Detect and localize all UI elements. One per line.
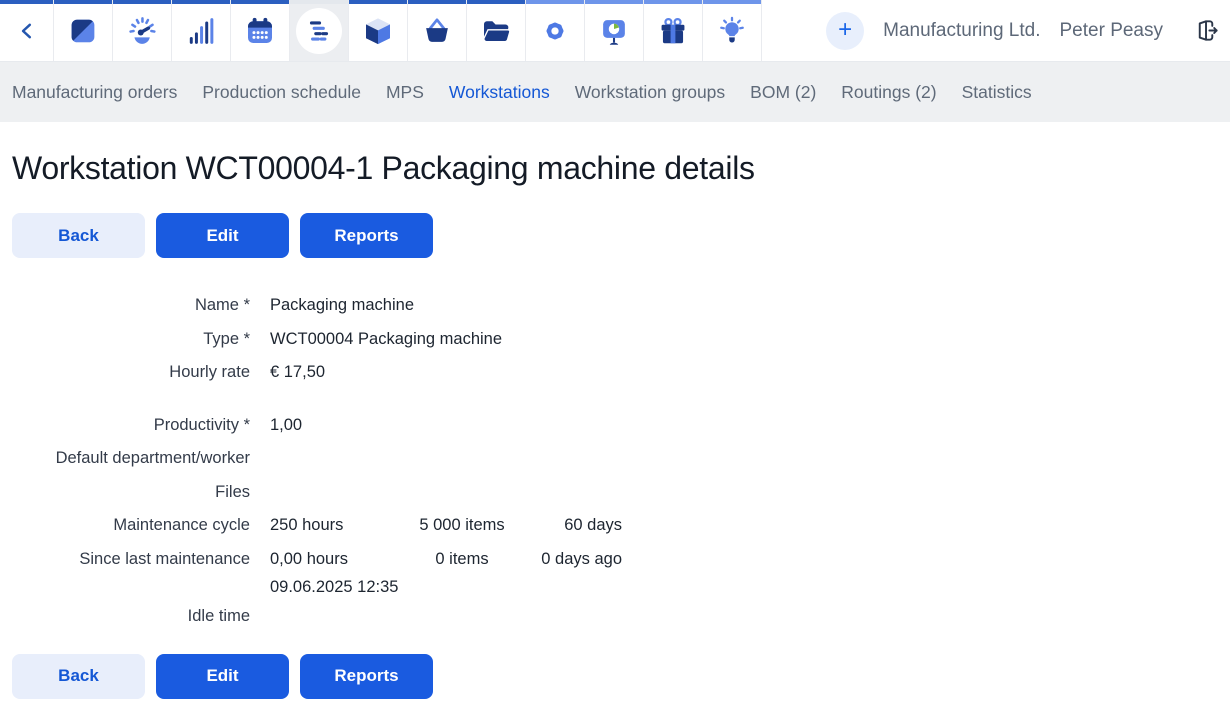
gift-icon [657,15,689,47]
field-label: Since last maintenance [12,547,250,571]
chevron-left-icon [18,22,36,40]
gear-icon [539,15,571,47]
field-label: Maintenance cycle [12,513,250,537]
since-days: 0 days ago [522,547,622,571]
reports-tile[interactable] [585,0,644,61]
procurement-tile[interactable] [408,0,467,61]
field-type: Type * WCT00004 Packaging machine [12,322,1218,356]
field-label: Name * [12,293,250,317]
field-files: Files [12,475,1218,509]
field-value: € 17,50 [270,360,325,384]
maintenance-days: 60 days [522,513,622,537]
module-tabs: Manufacturing orders Production schedule… [0,62,1230,122]
active-tile-circle [296,8,342,54]
app-icon-bar [0,0,762,61]
field-value: Packaging machine [270,293,414,317]
maintenance-hours: 250 hours [270,513,402,537]
logout-button[interactable] [1193,17,1220,44]
back-action-button[interactable]: Back [12,654,145,699]
logout-icon [1193,17,1220,44]
back-action-button[interactable]: Back [12,213,145,258]
tab-manufacturing-orders[interactable]: Manufacturing orders [12,82,177,103]
dashboard-tile[interactable] [113,0,172,61]
field-hourly-rate: Hourly rate € 17,50 [12,355,1218,389]
whats-new-tile[interactable] [644,0,703,61]
field-label: Type * [12,327,250,351]
workstation-details-form: Name * Packaging machine Type * WCT00004… [12,288,1218,633]
field-value: 1,00 [270,413,302,437]
field-label: Idle time [12,604,250,628]
field-value: WCT00004 Packaging machine [270,327,502,351]
page-title: Workstation WCT00004-1 Packaging machine… [12,150,1218,187]
reports-button[interactable]: Reports [300,654,433,699]
since-last-maintenance-values: 0,00 hours 0 items 0 days ago [270,547,622,571]
production-planning-tile[interactable] [290,0,349,61]
tab-workstations[interactable]: Workstations [449,82,550,103]
back-button[interactable] [0,0,54,61]
edit-button[interactable]: Edit [156,213,289,258]
app-header: + Manufacturing Ltd. Peter Peasy [0,0,1230,62]
action-buttons-top: Back Edit Reports [12,213,1218,258]
presentation-pie-icon [598,15,630,47]
folder-icon [480,15,512,47]
calendar-icon [244,15,276,47]
field-label: Productivity * [12,413,250,437]
maintenance-cycle-values: 250 hours 5 000 items 60 days [270,513,622,537]
field-idle-time: Idle time [12,599,1218,633]
tab-mps[interactable]: MPS [386,82,424,103]
tab-bom[interactable]: BOM (2) [750,82,816,103]
lightbulb-icon [716,15,748,47]
gantt-schedule-icon [304,16,334,46]
tab-routings[interactable]: Routings (2) [841,82,936,103]
settings-tile[interactable] [526,0,585,61]
basket-icon [421,15,453,47]
company-name[interactable]: Manufacturing Ltd. [883,20,1040,42]
add-button[interactable]: + [826,12,864,50]
maintenance-items: 5 000 items [402,513,522,537]
since-hours: 0,00 hours [270,547,402,571]
statistics-tile[interactable] [172,0,231,61]
tab-workstation-groups[interactable]: Workstation groups [575,82,725,103]
field-productivity: Productivity * 1,00 [12,408,1218,442]
edit-button[interactable]: Edit [156,654,289,699]
field-label: Hourly rate [12,360,250,384]
cube-icon [362,15,394,47]
main-content: Workstation WCT00004-1 Packaging machine… [0,150,1230,699]
field-since-last-maintenance: Since last maintenance 0,00 hours 0 item… [12,542,1218,576]
help-tile[interactable] [703,0,762,61]
calendar-tile[interactable] [231,0,290,61]
documents-tile[interactable] [467,0,526,61]
field-name: Name * Packaging machine [12,288,1218,322]
field-maintenance-cycle: Maintenance cycle 250 hours 5 000 items … [12,508,1218,542]
stock-tile[interactable] [349,0,408,61]
field-label: Default department/worker [12,446,250,470]
app-logo-icon [67,15,99,47]
since-items: 0 items [402,547,522,571]
last-maintenance-date: 09.06.2025 12:35 [270,575,1218,599]
field-default-department: Default department/worker [12,441,1218,475]
app-logo-tile[interactable] [54,0,113,61]
gauge-icon [126,15,158,47]
tab-statistics[interactable]: Statistics [962,82,1032,103]
field-label: Files [12,480,250,504]
reports-button[interactable]: Reports [300,213,433,258]
tab-production-schedule[interactable]: Production schedule [202,82,361,103]
action-buttons-bottom: Back Edit Reports [12,654,1218,699]
header-right: + Manufacturing Ltd. Peter Peasy [826,0,1230,61]
user-name[interactable]: Peter Peasy [1060,20,1164,42]
bar-chart-icon [185,15,217,47]
